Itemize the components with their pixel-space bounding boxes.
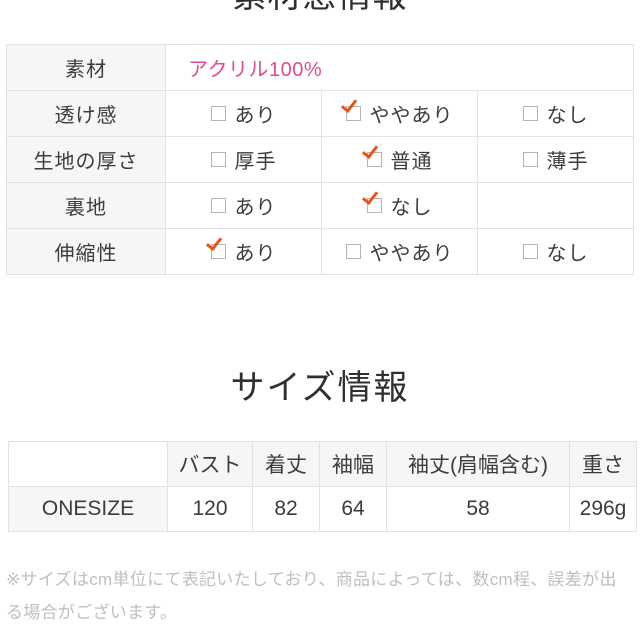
option-label: あり bbox=[234, 197, 277, 219]
material-value-cell: アクリル100% bbox=[165, 44, 634, 91]
size-value-sleeve-length: 58 bbox=[386, 486, 570, 532]
checkbox-option[interactable]: ややあり bbox=[345, 99, 454, 128]
checkbox-checked-icon[interactable] bbox=[210, 244, 226, 259]
row-label-sheerness: 透け感 bbox=[6, 90, 166, 137]
checkbox-unchecked-icon[interactable] bbox=[210, 152, 226, 167]
size-value-bust: 120 bbox=[167, 486, 253, 532]
option-label: なし bbox=[546, 243, 589, 265]
row-label-material: 素材 bbox=[6, 44, 166, 91]
checkbox-option[interactable]: あり bbox=[210, 99, 277, 128]
checkbox-option[interactable]: ややあり bbox=[345, 237, 454, 266]
size-disclaimer-note: ※サイズはcm単位にて表記いたしており、商品によっては、数cm程、誤差が出る場合… bbox=[6, 570, 617, 622]
checkbox-unchecked-icon[interactable] bbox=[522, 152, 538, 167]
table-header-row: バスト 着丈 袖幅 袖丈(肩幅含む) 重さ bbox=[8, 441, 637, 487]
checkbox-option[interactable]: なし bbox=[522, 237, 589, 266]
row-label-thickness: 生地の厚さ bbox=[6, 136, 166, 183]
option-cell-lining-2[interactable]: なし bbox=[321, 182, 478, 229]
checkbox-option[interactable]: なし bbox=[366, 191, 433, 220]
checkbox-option[interactable]: 厚手 bbox=[210, 145, 277, 174]
option-label: なし bbox=[546, 105, 589, 127]
option-label: 薄手 bbox=[546, 151, 589, 173]
size-header-bust: バスト bbox=[167, 441, 253, 487]
size-row-label: ONESIZE bbox=[8, 486, 168, 532]
size-info-table: バスト 着丈 袖幅 袖丈(肩幅含む) 重さ ONESIZE 120 82 64 … bbox=[8, 441, 637, 532]
checkbox-option[interactable]: あり bbox=[210, 237, 277, 266]
checkbox-checked-icon[interactable] bbox=[366, 198, 382, 213]
table-row: ONESIZE 120 82 64 58 296g bbox=[8, 486, 637, 532]
row-label-lining: 裏地 bbox=[6, 182, 166, 229]
checkbox-option[interactable]: 薄手 bbox=[522, 145, 589, 174]
option-label: ややあり bbox=[369, 105, 454, 127]
option-label: ややあり bbox=[369, 243, 454, 265]
option-cell-sheerness-3[interactable]: なし bbox=[477, 90, 634, 137]
size-header-weight: 重さ bbox=[569, 441, 637, 487]
size-value-sleeve-width: 64 bbox=[319, 486, 387, 532]
checkbox-checked-icon[interactable] bbox=[345, 106, 361, 121]
size-value-weight: 296g bbox=[569, 486, 637, 532]
checkbox-unchecked-icon[interactable] bbox=[210, 198, 226, 213]
option-label: 厚手 bbox=[234, 151, 277, 173]
table-row: 裏地 あり なし bbox=[6, 182, 634, 229]
checkbox-option[interactable]: なし bbox=[522, 99, 589, 128]
option-cell-thickness-1[interactable]: 厚手 bbox=[165, 136, 322, 183]
table-row: 生地の厚さ 厚手 普通 薄手 bbox=[6, 136, 634, 183]
option-cell-lining-1[interactable]: あり bbox=[165, 182, 322, 229]
option-label: あり bbox=[234, 243, 277, 265]
option-cell-sheerness-1[interactable]: あり bbox=[165, 90, 322, 137]
option-cell-stretch-3[interactable]: なし bbox=[477, 228, 634, 275]
size-header-length: 着丈 bbox=[252, 441, 320, 487]
option-label: 普通 bbox=[390, 151, 433, 173]
option-label: あり bbox=[234, 105, 277, 127]
size-header-corner bbox=[8, 441, 168, 487]
checkbox-option[interactable]: 普通 bbox=[366, 145, 433, 174]
checkbox-checked-icon[interactable] bbox=[366, 152, 382, 167]
option-cell-stretch-1[interactable]: あり bbox=[165, 228, 322, 275]
table-row: 透け感 あり ややあり なし bbox=[6, 90, 634, 137]
row-label-stretch: 伸縮性 bbox=[6, 228, 166, 275]
material-composition-text: アクリル100% bbox=[188, 59, 323, 81]
checkbox-unchecked-icon[interactable] bbox=[522, 106, 538, 121]
option-label: なし bbox=[390, 197, 433, 219]
option-cell-thickness-3[interactable]: 薄手 bbox=[477, 136, 634, 183]
material-section-heading: 素材感情報 bbox=[0, 0, 640, 17]
checkbox-unchecked-icon[interactable] bbox=[345, 244, 361, 259]
size-header-sleeve-length: 袖丈(肩幅含む) bbox=[386, 441, 570, 487]
table-row: 伸縮性 あり ややあり なし bbox=[6, 228, 634, 275]
size-section-heading: サイズ情報 bbox=[230, 369, 410, 407]
size-header-sleeve-width: 袖幅 bbox=[319, 441, 387, 487]
size-value-length: 82 bbox=[252, 486, 320, 532]
checkbox-unchecked-icon[interactable] bbox=[522, 244, 538, 259]
table-row: 素材 アクリル100% bbox=[6, 44, 634, 91]
checkbox-unchecked-icon[interactable] bbox=[210, 106, 226, 121]
option-cell-sheerness-2[interactable]: ややあり bbox=[321, 90, 478, 137]
checkbox-option[interactable]: あり bbox=[210, 191, 277, 220]
option-cell-thickness-2[interactable]: 普通 bbox=[321, 136, 478, 183]
option-cell-lining-3-empty bbox=[477, 182, 634, 229]
material-info-table: 素材 アクリル100% 透け感 あり ややあり なし 生地の厚さ 厚手 普通 薄… bbox=[6, 44, 634, 275]
option-cell-stretch-2[interactable]: ややあり bbox=[321, 228, 478, 275]
